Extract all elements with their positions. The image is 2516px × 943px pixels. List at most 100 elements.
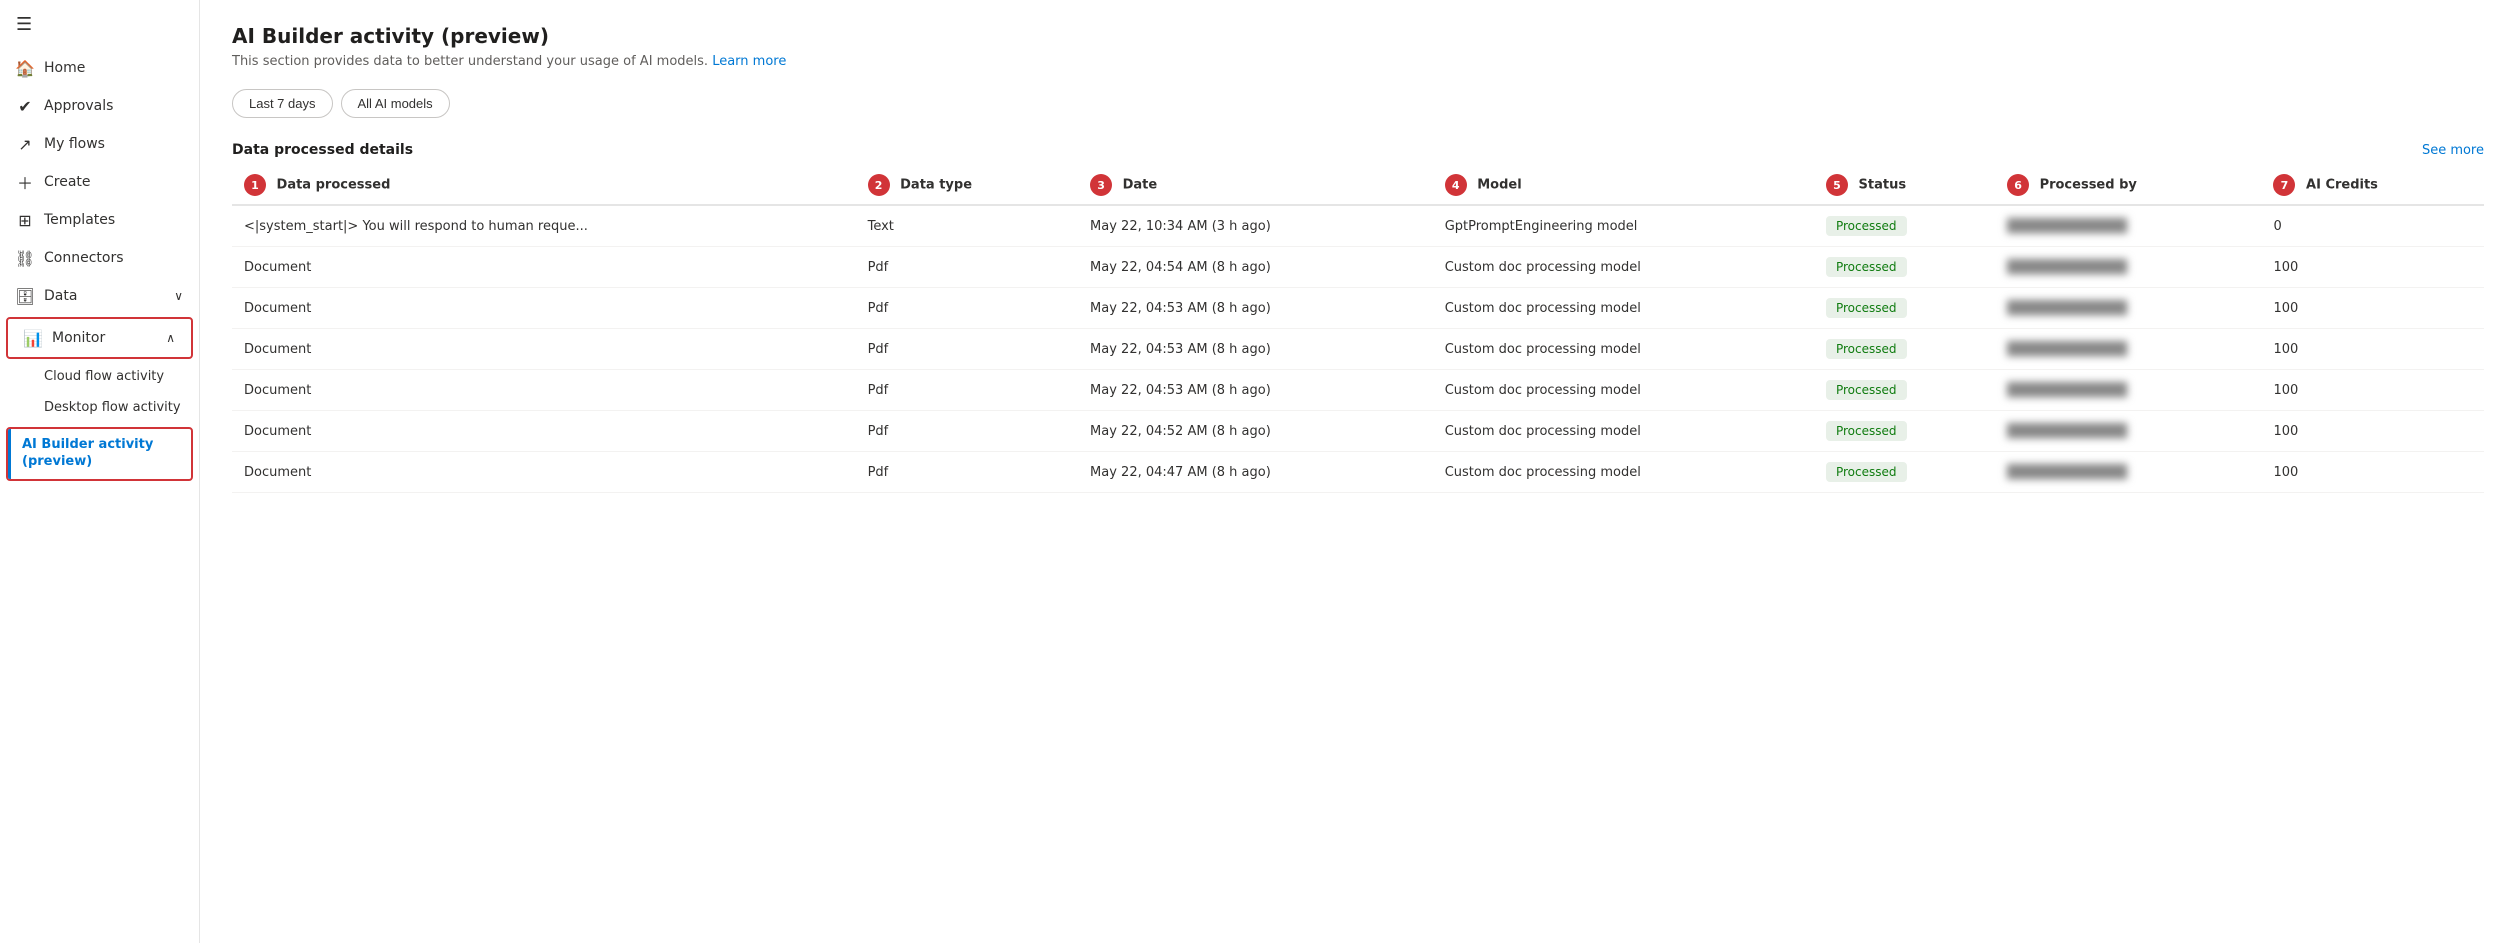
col-header-status: 5 Status bbox=[1814, 166, 1995, 205]
cell-model: Custom doc processing model bbox=[1433, 452, 1814, 493]
cell-data-processed: Document bbox=[232, 288, 856, 329]
cell-data-type: Text bbox=[856, 205, 1078, 247]
sidebar-item-label: Approvals bbox=[44, 98, 183, 114]
sidebar: ☰ 🏠 Home ✔ Approvals ↗ My flows ＋ Create… bbox=[0, 0, 200, 943]
status-badge: Processed bbox=[1826, 380, 1907, 400]
cell-processed-by: ████████████ bbox=[1995, 205, 2261, 247]
cell-data-type: Pdf bbox=[856, 411, 1078, 452]
filter-all-ai-models[interactable]: All AI models bbox=[341, 89, 450, 118]
sidebar-item-data[interactable]: 🗄 Data ∨ bbox=[0, 277, 199, 315]
flows-icon: ↗ bbox=[16, 135, 34, 153]
table-row: DocumentPdfMay 22, 04:53 AM (8 h ago)Cus… bbox=[232, 329, 2484, 370]
filter-bar: Last 7 days All AI models bbox=[232, 89, 2484, 118]
sidebar-item-approvals[interactable]: ✔ Approvals bbox=[0, 87, 199, 125]
sidebar-item-my-flows[interactable]: ↗ My flows bbox=[0, 125, 199, 163]
sidebar-item-label: Home bbox=[44, 60, 183, 76]
col-header-date: 3 Date bbox=[1078, 166, 1433, 205]
connectors-icon: ⛓ bbox=[16, 249, 34, 267]
cell-date: May 22, 04:47 AM (8 h ago) bbox=[1078, 452, 1433, 493]
sidebar-sub-item-desktop-flow-activity[interactable]: Desktop flow activity bbox=[0, 392, 199, 425]
cell-data-processed: Document bbox=[232, 247, 856, 288]
status-badge: Processed bbox=[1826, 257, 1907, 277]
filter-last-7-days[interactable]: Last 7 days bbox=[232, 89, 333, 118]
table-row: DocumentPdfMay 22, 04:53 AM (8 h ago)Cus… bbox=[232, 288, 2484, 329]
cell-ai-credits: 100 bbox=[2261, 370, 2484, 411]
cell-ai-credits: 100 bbox=[2261, 411, 2484, 452]
cell-ai-credits: 100 bbox=[2261, 452, 2484, 493]
approvals-icon: ✔ bbox=[16, 97, 34, 115]
section-header: Data processed details See more bbox=[232, 142, 2484, 158]
section-title: Data processed details bbox=[232, 142, 413, 158]
sidebar-item-label: Create bbox=[44, 174, 183, 190]
cell-date: May 22, 04:53 AM (8 h ago) bbox=[1078, 370, 1433, 411]
cell-processed-by: ████████████ bbox=[1995, 288, 2261, 329]
col-header-data-type: 2 Data type bbox=[856, 166, 1078, 205]
page-title: AI Builder activity (preview) bbox=[232, 24, 2484, 48]
col-num-6: 6 bbox=[2007, 174, 2029, 196]
chevron-down-icon: ∨ bbox=[174, 289, 183, 303]
status-badge: Processed bbox=[1826, 298, 1907, 318]
cell-date: May 22, 04:52 AM (8 h ago) bbox=[1078, 411, 1433, 452]
cell-status: Processed bbox=[1814, 205, 1995, 247]
hamburger-icon[interactable]: ☰ bbox=[0, 0, 199, 49]
sidebar-item-create[interactable]: ＋ Create bbox=[0, 163, 199, 201]
table-row: DocumentPdfMay 22, 04:54 AM (8 h ago)Cus… bbox=[232, 247, 2484, 288]
sidebar-sub-item-cloud-flow-activity[interactable]: Cloud flow activity bbox=[0, 361, 199, 392]
sidebar-item-label: Data bbox=[44, 288, 164, 304]
cell-model: Custom doc processing model bbox=[1433, 247, 1814, 288]
cell-data-processed: Document bbox=[232, 452, 856, 493]
cell-data-type: Pdf bbox=[856, 329, 1078, 370]
sidebar-item-label: My flows bbox=[44, 136, 183, 152]
data-icon: 🗄 bbox=[16, 287, 34, 305]
cell-status: Processed bbox=[1814, 370, 1995, 411]
table-row: DocumentPdfMay 22, 04:53 AM (8 h ago)Cus… bbox=[232, 370, 2484, 411]
cell-processed-by: ████████████ bbox=[1995, 247, 2261, 288]
table-row: DocumentPdfMay 22, 04:52 AM (8 h ago)Cus… bbox=[232, 411, 2484, 452]
cell-data-processed: <|system_start|> You will respond to hum… bbox=[232, 205, 856, 247]
col-num-1: 1 bbox=[244, 174, 266, 196]
cell-data-processed: Document bbox=[232, 411, 856, 452]
sidebar-item-templates[interactable]: ⊞ Templates bbox=[0, 201, 199, 239]
see-more-link[interactable]: See more bbox=[2422, 143, 2484, 158]
cell-processed-by: ████████████ bbox=[1995, 411, 2261, 452]
table-row: <|system_start|> You will respond to hum… bbox=[232, 205, 2484, 247]
col-num-7: 7 bbox=[2273, 174, 2295, 196]
cell-data-type: Pdf bbox=[856, 288, 1078, 329]
templates-icon: ⊞ bbox=[16, 211, 34, 229]
cell-model: Custom doc processing model bbox=[1433, 329, 1814, 370]
cell-model: GptPromptEngineering model bbox=[1433, 205, 1814, 247]
cell-status: Processed bbox=[1814, 452, 1995, 493]
page-subtitle: This section provides data to better und… bbox=[232, 54, 2484, 69]
data-table-wrapper: 1 Data processed 2 Data type 3 Date 4 Mo… bbox=[232, 166, 2484, 493]
home-icon: 🏠 bbox=[16, 59, 34, 77]
cell-data-processed: Document bbox=[232, 370, 856, 411]
data-processed-table: 1 Data processed 2 Data type 3 Date 4 Mo… bbox=[232, 166, 2484, 493]
status-badge: Processed bbox=[1826, 462, 1907, 482]
sidebar-item-connectors[interactable]: ⛓ Connectors bbox=[0, 239, 199, 277]
col-num-2: 2 bbox=[868, 174, 890, 196]
sidebar-sub-item-ai-builder-activity[interactable]: AI Builder activity(preview) bbox=[8, 429, 191, 479]
cell-model: Custom doc processing model bbox=[1433, 370, 1814, 411]
col-header-processed-by: 6 Processed by bbox=[1995, 166, 2261, 205]
cell-data-type: Pdf bbox=[856, 452, 1078, 493]
cell-processed-by: ████████████ bbox=[1995, 329, 2261, 370]
cell-status: Processed bbox=[1814, 329, 1995, 370]
cell-date: May 22, 04:53 AM (8 h ago) bbox=[1078, 329, 1433, 370]
cell-status: Processed bbox=[1814, 288, 1995, 329]
sidebar-item-home[interactable]: 🏠 Home bbox=[0, 49, 199, 87]
cell-ai-credits: 0 bbox=[2261, 205, 2484, 247]
learn-more-link[interactable]: Learn more bbox=[712, 54, 786, 69]
col-num-5: 5 bbox=[1826, 174, 1848, 196]
sidebar-item-monitor[interactable]: 📊 Monitor ∧ bbox=[8, 319, 191, 357]
chevron-up-icon: ∧ bbox=[166, 331, 175, 345]
page-subtitle-text: This section provides data to better und… bbox=[232, 54, 712, 69]
cell-data-type: Pdf bbox=[856, 247, 1078, 288]
col-header-ai-credits: 7 AI Credits bbox=[2261, 166, 2484, 205]
col-header-model: 4 Model bbox=[1433, 166, 1814, 205]
cell-model: Custom doc processing model bbox=[1433, 411, 1814, 452]
sidebar-item-label: Templates bbox=[44, 212, 183, 228]
sidebar-item-label: Monitor bbox=[52, 330, 156, 346]
cell-date: May 22, 04:53 AM (8 h ago) bbox=[1078, 288, 1433, 329]
cell-processed-by: ████████████ bbox=[1995, 452, 2261, 493]
cell-status: Processed bbox=[1814, 247, 1995, 288]
